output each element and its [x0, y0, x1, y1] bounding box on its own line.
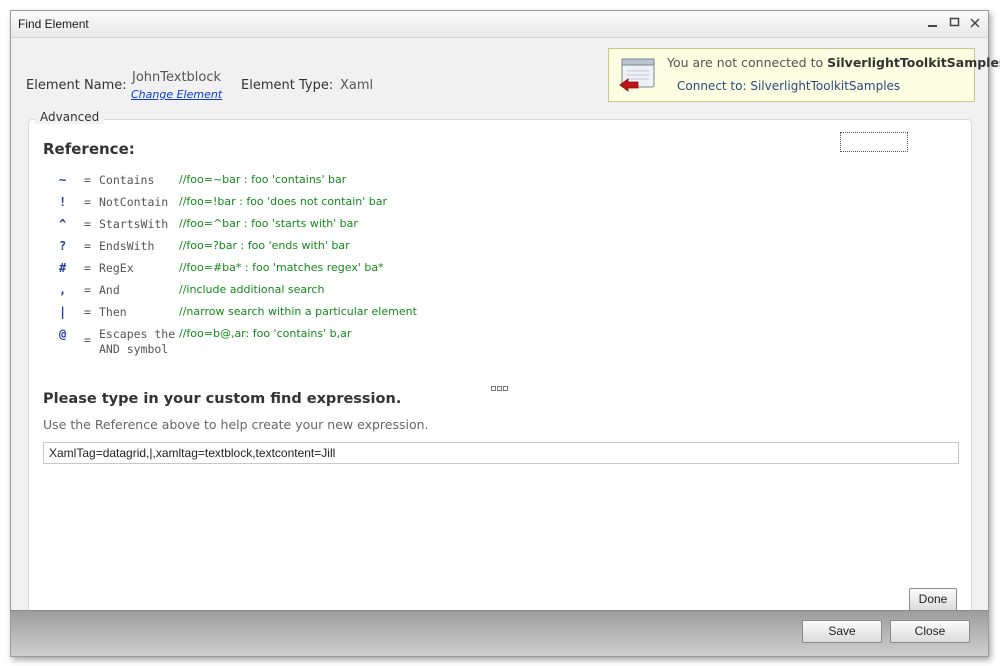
operator-equals: =: [84, 239, 91, 253]
find-expression-input[interactable]: XamlTag=datagrid,|,xamltag=textblock,tex…: [43, 442, 959, 464]
operator-equals: =: [84, 283, 91, 297]
operator-symbol: |: [59, 305, 67, 319]
operator-symbol: ,: [59, 283, 67, 297]
operator-equals: =: [84, 173, 91, 187]
element-name-label: Element Name:: [26, 78, 127, 93]
operator-name: StartsWith: [99, 217, 169, 231]
element-type-label: Element Type:: [241, 78, 334, 93]
save-button[interactable]: Save: [802, 620, 882, 643]
find-element-dialog: Find Element Element Name: JohnTextblock…: [10, 10, 1000, 657]
minimize-icon[interactable]: [925, 15, 941, 31]
advanced-panel: Reference: ~ = Contains //foo=~bar : foo…: [28, 119, 972, 619]
connection-banner: You are not connected to SilverlightTool…: [608, 48, 1000, 102]
operator-comment: //foo=~bar : foo 'contains' bar: [179, 173, 347, 186]
dialog-footer: Save Close: [11, 610, 988, 656]
operator-name: RegEx: [99, 261, 134, 275]
maximize-icon[interactable]: [947, 15, 963, 31]
element-name-value: JohnTextblock: [132, 70, 222, 85]
close-icon[interactable]: [967, 15, 983, 31]
operator-comment: //foo=^bar : foo 'starts with' bar: [179, 217, 358, 230]
done-button[interactable]: Done: [909, 588, 957, 611]
operator-name: And: [99, 283, 120, 297]
operator-symbol: @: [59, 327, 67, 341]
operator-equals: =: [84, 333, 91, 347]
operator-comment: //foo=?bar : foo 'ends with' bar: [179, 239, 350, 252]
operator-name: NotContain: [99, 195, 169, 209]
operator-name: Then: [99, 305, 127, 319]
operator-symbol: ^: [59, 217, 67, 231]
operator-comment: //narrow search within a particular elem…: [179, 305, 417, 318]
operator-comment: //foo=#ba* : foo 'matches regex' ba*: [179, 261, 384, 274]
operator-name: Contains: [99, 173, 155, 187]
title-bar[interactable]: Find Element: [11, 11, 988, 38]
operator-equals: =: [84, 305, 91, 319]
operator-name: Escapes the AND symbol: [99, 327, 176, 356]
operator-symbol: #: [59, 261, 67, 275]
operator-symbol: ?: [59, 239, 67, 253]
element-type-value: Xaml: [340, 78, 374, 93]
operator-comment: //foo=!bar : foo 'does not contain' bar: [179, 195, 387, 208]
operator-symbol: ~: [59, 173, 67, 187]
operator-comment: //foo=b@,ar: foo 'contains' b,ar: [179, 327, 352, 340]
window-title: Find Element: [18, 17, 89, 31]
focus-placeholder-box: [840, 132, 908, 152]
splitter-grip-icon[interactable]: [491, 381, 509, 391]
close-button[interactable]: Close: [890, 620, 970, 643]
operator-equals: =: [84, 195, 91, 209]
operator-symbol: !: [59, 195, 67, 209]
element-header: Element Name: JohnTextblock Change Eleme…: [11, 39, 1000, 117]
operator-equals: =: [84, 261, 91, 275]
connection-status-text: You are not connected to SilverlightTool…: [667, 55, 1000, 70]
expression-prompt-title: Please type in your custom find expressi…: [43, 391, 402, 407]
advanced-group-label: Advanced: [35, 110, 105, 124]
reference-title: Reference:: [43, 140, 135, 158]
disconnected-window-icon: [618, 57, 658, 95]
change-element-link[interactable]: Change Element: [131, 88, 222, 101]
expression-prompt-hint: Use the Reference above to help create y…: [43, 417, 429, 432]
operator-name: EndsWith: [99, 239, 155, 253]
connect-link[interactable]: Connect to: SilverlightToolkitSamples: [677, 79, 900, 93]
operator-equals: =: [84, 217, 91, 231]
operator-comment: //include additional search: [179, 283, 325, 296]
